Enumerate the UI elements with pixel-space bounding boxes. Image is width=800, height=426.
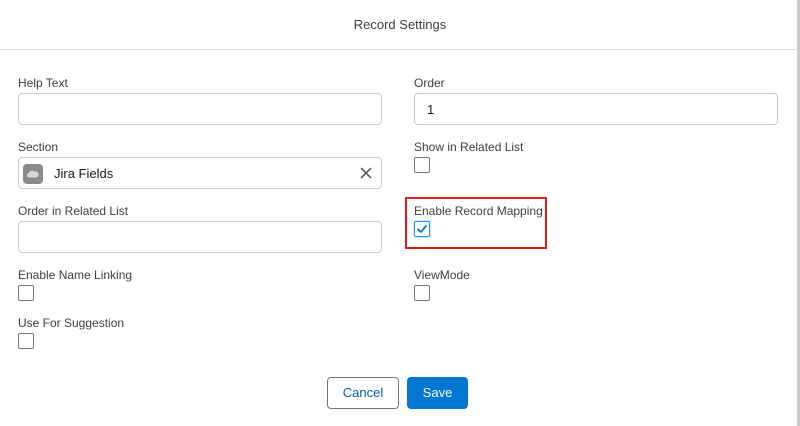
cancel-button[interactable]: Cancel xyxy=(327,377,399,409)
help-text-label: Help Text xyxy=(18,76,68,90)
order-input[interactable]: 1 xyxy=(414,93,778,125)
show-in-related-list-label: Show in Related List xyxy=(414,140,524,154)
order-in-related-list-label: Order in Related List xyxy=(18,204,129,218)
modal-header: Record Settings xyxy=(0,0,800,50)
help-text-input[interactable] xyxy=(18,93,382,125)
use-for-suggestion-checkbox[interactable] xyxy=(18,333,34,349)
save-button[interactable]: Save xyxy=(407,377,468,409)
use-for-suggestion-label: Use For Suggestion xyxy=(18,316,125,330)
modal-title: Record Settings xyxy=(353,17,447,32)
section-value: Jira Fields xyxy=(54,166,114,181)
order-in-related-list-input[interactable] xyxy=(18,221,382,253)
view-mode-label: ViewMode xyxy=(414,268,470,282)
enable-name-linking-label: Enable Name Linking xyxy=(18,268,133,282)
salesforce-cloud-icon xyxy=(23,164,43,184)
section-label: Section xyxy=(18,140,59,154)
view-mode-checkbox[interactable] xyxy=(414,285,430,301)
order-label: Order xyxy=(414,76,445,90)
section-lookup[interactable]: Jira Fields xyxy=(18,157,382,189)
enable-name-linking-checkbox[interactable] xyxy=(18,285,34,301)
order-value: 1 xyxy=(427,102,435,117)
show-in-related-list-checkbox[interactable] xyxy=(414,157,430,173)
highlight-box xyxy=(405,197,547,249)
clear-selection-icon[interactable] xyxy=(359,166,373,180)
